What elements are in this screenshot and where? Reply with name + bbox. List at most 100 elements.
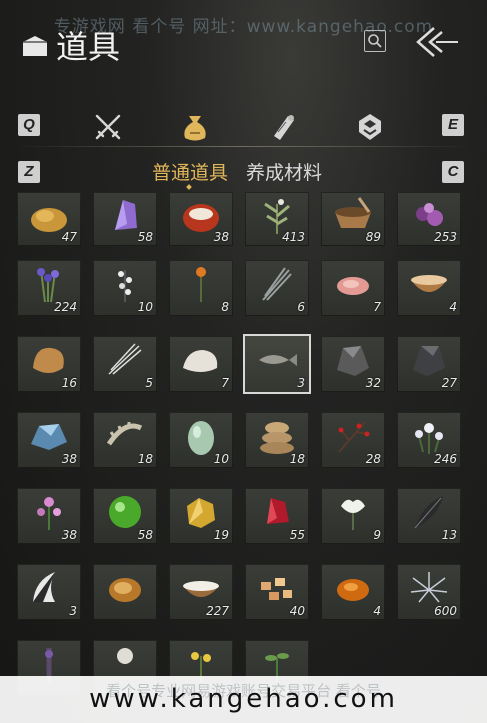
inventory-slot[interactable]: 413	[245, 192, 309, 246]
item-count: 7	[221, 376, 229, 390]
inventory-slot[interactable]: 38	[17, 488, 81, 544]
inventory-slot[interactable]: 27	[397, 336, 461, 392]
rice-bowl-icon	[183, 581, 219, 597]
item-count: 4	[449, 300, 457, 314]
item-count: 413	[282, 230, 305, 244]
item-count: 58	[137, 230, 153, 244]
silver-spider-flower-icon	[410, 572, 448, 603]
item-count: 32	[365, 376, 381, 390]
watermark-bottom: 看个号专业网易游戏账号交易平台 看个号 www.kangehao.com	[0, 676, 487, 723]
bone-icon	[106, 422, 143, 446]
item-count: 18	[137, 452, 153, 466]
bread-chunks-icon	[261, 578, 292, 600]
item-count: 253	[434, 230, 457, 244]
item-count: 5	[145, 376, 153, 390]
item-count: 13	[441, 528, 457, 542]
item-count: 3	[69, 604, 77, 618]
orange-flower-icon	[196, 267, 206, 302]
item-count: 16	[61, 376, 77, 390]
raw-meat-icon	[337, 277, 369, 295]
inventory-slot[interactable]: 600	[397, 564, 461, 620]
inventory-slot[interactable]: 47	[17, 192, 81, 246]
item-count: 6	[297, 300, 305, 314]
item-count: 3	[297, 376, 305, 390]
item-count: 38	[213, 230, 229, 244]
inventory-slot[interactable]: 19	[169, 488, 233, 544]
wood-log-icon	[109, 578, 141, 602]
green-egg-icon	[188, 421, 214, 455]
item-count: 19	[213, 528, 229, 542]
inventory-slot[interactable]: 16	[17, 336, 81, 392]
item-count: 38	[61, 452, 77, 466]
inventory-slot[interactable]: 58	[93, 192, 157, 246]
fish-icon	[259, 354, 297, 366]
orange-stone-icon	[337, 579, 369, 601]
inventory-slot[interactable]: 253	[397, 192, 461, 246]
white-blossom-icon	[118, 270, 132, 302]
inventory-slot[interactable]: 246	[397, 412, 461, 468]
item-count: 28	[365, 452, 381, 466]
pink-flower-icon	[37, 497, 61, 530]
inventory-slot[interactable]: 32	[321, 336, 385, 392]
watermark-url: www.kangehao.com	[89, 684, 398, 714]
sacks-icon	[260, 422, 294, 454]
grass-bundle-icon	[262, 267, 292, 301]
item-count: 58	[137, 528, 153, 542]
inventory-slot[interactable]: 10	[93, 260, 157, 316]
white-fur-icon	[183, 350, 218, 372]
item-count: 89	[365, 230, 381, 244]
item-count: 224	[54, 300, 77, 314]
lavender-herb-icon	[37, 268, 59, 303]
inventory-slot[interactable]: 55	[245, 488, 309, 544]
inventory-slot[interactable]: 6	[245, 260, 309, 316]
inventory-slot[interactable]	[93, 564, 157, 620]
item-count: 4	[373, 604, 381, 618]
inventory-slot[interactable]: 4	[397, 260, 461, 316]
dark-ore-icon	[413, 346, 445, 376]
inventory-slot[interactable]: 8	[169, 260, 233, 316]
inventory-slot[interactable]: 10	[169, 412, 233, 468]
inventory-slot[interactable]: 38	[17, 412, 81, 468]
inventory-slot[interactable]: 18	[245, 412, 309, 468]
green-orb-icon	[109, 496, 141, 528]
inventory-slot[interactable]: 58	[93, 488, 157, 544]
item-count: 246	[434, 452, 457, 466]
inventory-slot[interactable]: 7	[169, 336, 233, 392]
black-white-tail-icon	[33, 572, 55, 602]
inventory-slot[interactable]: 89	[321, 192, 385, 246]
inventory-slot[interactable]: 224	[17, 260, 81, 316]
white-lily-icon	[341, 499, 365, 530]
inventory-slot[interactable]: 3	[17, 564, 81, 620]
item-count: 8	[221, 300, 229, 314]
inventory-slot[interactable]: 227	[169, 564, 233, 620]
iron-ore-icon	[337, 346, 369, 376]
inventory-slot[interactable]: 7	[321, 260, 385, 316]
inventory-slot[interactable]: 28	[321, 412, 385, 468]
quills-icon	[108, 343, 142, 375]
soup-bowl-icon	[411, 275, 447, 292]
item-count: 600	[434, 604, 457, 618]
item-count: 40	[289, 604, 305, 618]
inventory-slot[interactable]: 18	[93, 412, 157, 468]
item-count: 10	[213, 452, 229, 466]
item-count: 27	[441, 376, 457, 390]
item-count: 18	[289, 452, 305, 466]
item-count: 9	[373, 528, 381, 542]
inventory-slot[interactable]: 38	[169, 192, 233, 246]
red-berry-branch-icon	[338, 421, 370, 453]
gold-nugget-icon	[187, 498, 215, 528]
inventory-slot[interactable]: 9	[321, 488, 385, 544]
inventory-grid: 47 58 38 413 89 253 224 10 8 6 7 4 16 5 7 3 32 27 38 18 10 18…	[0, 0, 487, 723]
item-count: 47	[61, 230, 77, 244]
item-count: 55	[289, 528, 305, 542]
inventory-slot[interactable]: 40	[245, 564, 309, 620]
inventory-slot[interactable]: 3	[245, 336, 309, 392]
blue-ore-icon	[31, 424, 67, 450]
fur-pelt-icon	[33, 347, 64, 373]
black-feather-icon	[414, 496, 443, 529]
white-flower-cluster-icon	[415, 423, 443, 454]
item-count: 7	[373, 300, 381, 314]
inventory-slot[interactable]: 5	[93, 336, 157, 392]
inventory-slot[interactable]: 13	[397, 488, 461, 544]
inventory-slot[interactable]: 4	[321, 564, 385, 620]
